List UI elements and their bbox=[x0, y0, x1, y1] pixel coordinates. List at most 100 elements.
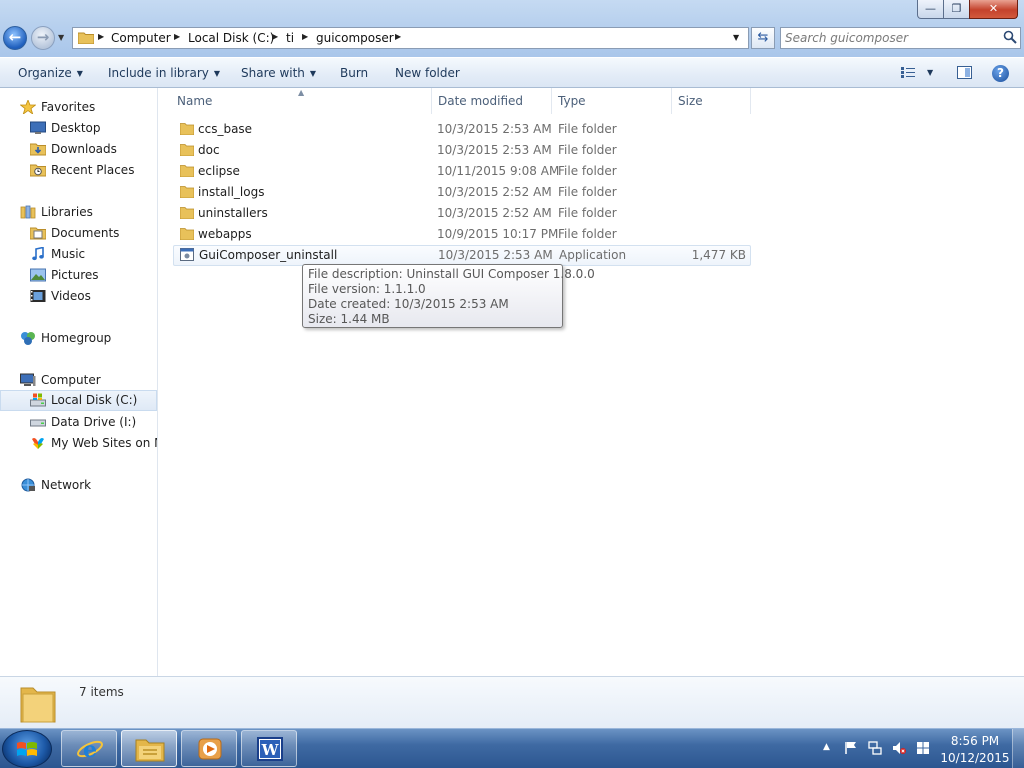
share-with-button[interactable]: Share with ▼ bbox=[241, 66, 316, 80]
nav-recent-places[interactable]: Recent Places bbox=[0, 160, 157, 181]
recent-pages-dropdown[interactable]: ▼ bbox=[58, 33, 64, 42]
nav-music[interactable]: Music bbox=[0, 244, 157, 265]
chevron-down-icon: ▼ bbox=[309, 69, 317, 78]
breadcrumb-separator[interactable]: ▶ bbox=[395, 32, 401, 41]
folder-icon bbox=[180, 165, 194, 177]
nav-downloads[interactable]: Downloads bbox=[0, 139, 157, 160]
nav-videos[interactable]: Videos bbox=[0, 286, 157, 307]
search-box[interactable] bbox=[780, 27, 1021, 49]
media-player-icon bbox=[198, 738, 222, 760]
nav-network[interactable]: Network bbox=[0, 475, 157, 496]
column-header-size[interactable]: Size bbox=[678, 94, 703, 108]
search-input[interactable] bbox=[785, 30, 990, 46]
column-divider[interactable] bbox=[551, 88, 552, 114]
close-button[interactable]: ✕ bbox=[969, 0, 1018, 19]
nav-homegroup[interactable]: Homegroup bbox=[0, 328, 157, 349]
show-hidden-icons-button[interactable]: ▲ bbox=[823, 742, 830, 752]
breadcrumb-separator[interactable]: ▶ bbox=[174, 32, 180, 41]
taskbar-media-player[interactable] bbox=[181, 730, 237, 767]
action-center-flag-icon[interactable] bbox=[844, 741, 858, 755]
music-icon bbox=[32, 247, 44, 261]
folder-icon bbox=[180, 207, 194, 219]
address-bar[interactable]: ▶ Computer ▶ Local Disk (C:) ▶ ti ▶ guic… bbox=[72, 27, 749, 49]
file-date-modified: 10/9/2015 10:17 PM bbox=[437, 227, 559, 241]
file-type: File folder bbox=[558, 164, 617, 178]
nav-label: Favorites bbox=[41, 100, 96, 114]
file-info-tooltip: File description: Uninstall GUI Composer… bbox=[302, 264, 595, 328]
clock-time[interactable]: 8:56 PM bbox=[940, 734, 1010, 748]
folder-icon bbox=[20, 687, 56, 723]
show-desktop-button[interactable] bbox=[1012, 729, 1024, 768]
chevron-down-icon: ▼ bbox=[76, 69, 83, 78]
chevron-down-icon: ▼ bbox=[213, 69, 221, 78]
column-divider[interactable] bbox=[671, 88, 672, 114]
nav-label: Music bbox=[51, 247, 86, 261]
file-row[interactable]: doc 10/3/2015 2:53 AM File folder bbox=[173, 140, 751, 161]
breadcrumb-guicomposer[interactable]: guicomposer bbox=[316, 31, 394, 45]
volume-muted-icon[interactable] bbox=[892, 741, 906, 755]
file-name: eclipse bbox=[198, 164, 240, 178]
file-row[interactable]: ccs_base 10/3/2015 2:53 AM File folder bbox=[173, 119, 751, 140]
breadcrumb-computer[interactable]: Computer bbox=[111, 31, 171, 45]
maximize-button[interactable]: ❐ bbox=[943, 0, 970, 19]
taskbar-internet-explorer[interactable]: e bbox=[61, 730, 117, 767]
file-type: File folder bbox=[558, 122, 617, 136]
sort-ascending-icon: ▲ bbox=[298, 88, 305, 97]
nav-pictures[interactable]: Pictures bbox=[0, 265, 157, 286]
nav-desktop[interactable]: Desktop bbox=[0, 118, 157, 139]
folder-icon bbox=[180, 144, 194, 156]
view-options-dropdown[interactable]: ▼ bbox=[927, 68, 933, 77]
change-view-icon[interactable] bbox=[901, 67, 915, 78]
nav-computer[interactable]: Computer bbox=[0, 370, 157, 391]
taskbar-microsoft-word[interactable]: W bbox=[241, 730, 297, 767]
column-header-name[interactable]: Name bbox=[177, 94, 212, 108]
nav-label: Homegroup bbox=[41, 331, 112, 345]
nav-my-web-sites[interactable]: My Web Sites on MSN bbox=[0, 433, 157, 454]
include-in-library-button[interactable]: Include in library ▼ bbox=[108, 66, 220, 80]
windows-tray-icon[interactable] bbox=[916, 741, 930, 755]
nav-label: Pictures bbox=[51, 268, 99, 282]
start-button[interactable] bbox=[2, 730, 52, 768]
organize-button[interactable]: Organize ▼ bbox=[18, 66, 83, 80]
breadcrumb-separator[interactable]: ▶ bbox=[272, 32, 278, 41]
svg-text:W: W bbox=[261, 741, 280, 759]
address-history-dropdown[interactable]: ▼ bbox=[733, 33, 739, 42]
windows-explorer-icon bbox=[135, 739, 165, 762]
file-row[interactable]: GuiComposer_uninstall 10/3/2015 2:53 AM … bbox=[173, 245, 751, 266]
network-tray-icon[interactable] bbox=[868, 741, 882, 755]
column-header-type[interactable]: Type bbox=[558, 94, 586, 108]
clock-date[interactable]: 10/12/2015 bbox=[940, 751, 1010, 765]
burn-button[interactable]: Burn bbox=[340, 66, 368, 80]
file-row[interactable]: install_logs 10/3/2015 2:52 AM File fold… bbox=[173, 182, 751, 203]
refresh-button[interactable]: ⇆ bbox=[751, 27, 775, 49]
breadcrumb-ti[interactable]: ti bbox=[286, 31, 294, 45]
help-icon[interactable]: ? bbox=[992, 65, 1009, 82]
breadcrumb-separator[interactable]: ▶ bbox=[98, 32, 104, 41]
column-divider[interactable] bbox=[431, 88, 432, 114]
file-row[interactable]: eclipse 10/11/2015 9:08 AM File folder bbox=[173, 161, 751, 182]
nav-documents[interactable]: Documents bbox=[0, 223, 157, 244]
breadcrumb-separator[interactable]: ▶ bbox=[302, 32, 308, 41]
network-icon bbox=[21, 478, 35, 492]
folder-icon bbox=[78, 32, 94, 44]
forward-button[interactable]: → bbox=[31, 26, 55, 50]
file-row[interactable]: webapps 10/9/2015 10:17 PM File folder bbox=[173, 224, 751, 245]
file-row[interactable]: uninstallers 10/3/2015 2:52 AM File fold… bbox=[173, 203, 751, 224]
share-with-label: Share with bbox=[241, 66, 305, 80]
nav-data-drive[interactable]: Data Drive (I:) bbox=[0, 412, 157, 433]
file-type: File folder bbox=[558, 206, 617, 220]
column-divider[interactable] bbox=[750, 88, 751, 114]
nav-local-disk[interactable]: Local Disk (C:) bbox=[0, 390, 157, 411]
new-folder-button[interactable]: New folder bbox=[395, 66, 460, 80]
minimize-button[interactable]: — bbox=[917, 0, 944, 19]
back-button[interactable]: ← bbox=[3, 26, 27, 50]
taskbar-windows-explorer[interactable] bbox=[121, 730, 177, 767]
star-icon bbox=[20, 100, 36, 114]
preview-pane-icon[interactable] bbox=[957, 66, 972, 79]
search-icon[interactable] bbox=[1003, 30, 1017, 44]
navigation-pane: Favorites Desktop Downloads Recent Place… bbox=[0, 88, 158, 676]
column-header-date-modified[interactable]: Date modified bbox=[438, 94, 523, 108]
breadcrumb-local-disk[interactable]: Local Disk (C:) bbox=[188, 31, 274, 45]
nav-favorites[interactable]: Favorites bbox=[0, 97, 157, 118]
nav-libraries[interactable]: Libraries bbox=[0, 202, 157, 223]
